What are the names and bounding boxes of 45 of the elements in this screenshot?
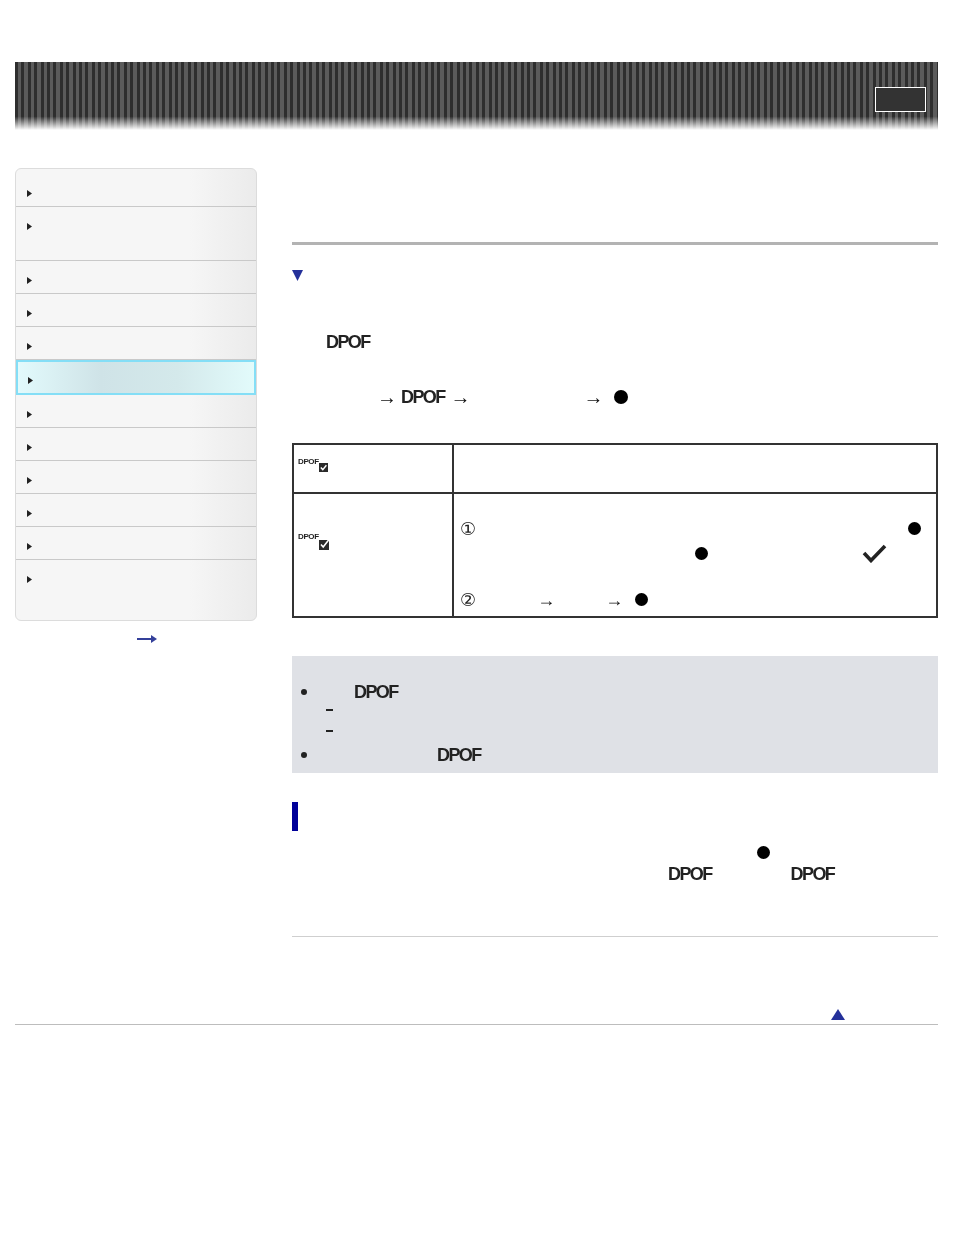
sidebar-item[interactable] — [16, 360, 256, 395]
arrow-right-icon[interactable] — [137, 635, 157, 643]
caret-icon — [27, 411, 32, 418]
step-number: ② — [460, 589, 477, 610]
checkmark-icon — [862, 544, 887, 563]
dpof-label: DPOF — [298, 532, 319, 542]
dpof-label: DPOF — [298, 457, 319, 467]
caret-icon — [27, 444, 32, 451]
step-number: ① — [460, 518, 477, 539]
caret-icon — [27, 543, 32, 550]
triangle-up-icon[interactable] — [831, 1009, 845, 1020]
arrow-symbol: → — [450, 387, 471, 407]
dpof-label: DPOF — [437, 744, 481, 765]
triangle-down-icon — [292, 270, 303, 281]
caret-icon — [27, 310, 32, 317]
dpof-label: DPOF — [668, 863, 712, 884]
filled-circle-icon — [635, 593, 649, 606]
arrow-symbol: → — [583, 387, 604, 407]
filled-circle-icon — [613, 390, 628, 404]
header-button[interactable] — [875, 87, 926, 112]
bullet-icon — [301, 751, 307, 758]
dash-icon — [326, 709, 333, 711]
filled-circle-icon — [757, 846, 770, 859]
dpof-label: DPOF — [354, 681, 398, 702]
arrow-symbol: → — [537, 589, 556, 610]
arrow-symbol: → — [605, 589, 624, 610]
arrow-symbol: → — [377, 387, 397, 407]
bullet-icon — [301, 688, 307, 695]
vertical-bar-icon — [292, 802, 298, 831]
caret-icon — [27, 576, 32, 583]
caret-icon — [27, 223, 32, 230]
dash-icon — [326, 730, 333, 732]
caret-icon — [27, 277, 32, 284]
caret-icon — [28, 377, 33, 384]
dpof-label: DPOF — [326, 332, 370, 352]
filled-circle-icon — [908, 522, 921, 535]
caret-icon — [27, 343, 32, 350]
checkbox-icon — [318, 538, 330, 550]
dpof-label: DPOF — [790, 863, 835, 884]
dpof-label: DPOF — [401, 387, 445, 407]
caret-icon — [27, 190, 32, 197]
caret-icon — [27, 477, 32, 484]
checkbox-icon — [318, 463, 328, 472]
filled-circle-icon — [695, 547, 708, 560]
caret-icon — [27, 510, 32, 517]
